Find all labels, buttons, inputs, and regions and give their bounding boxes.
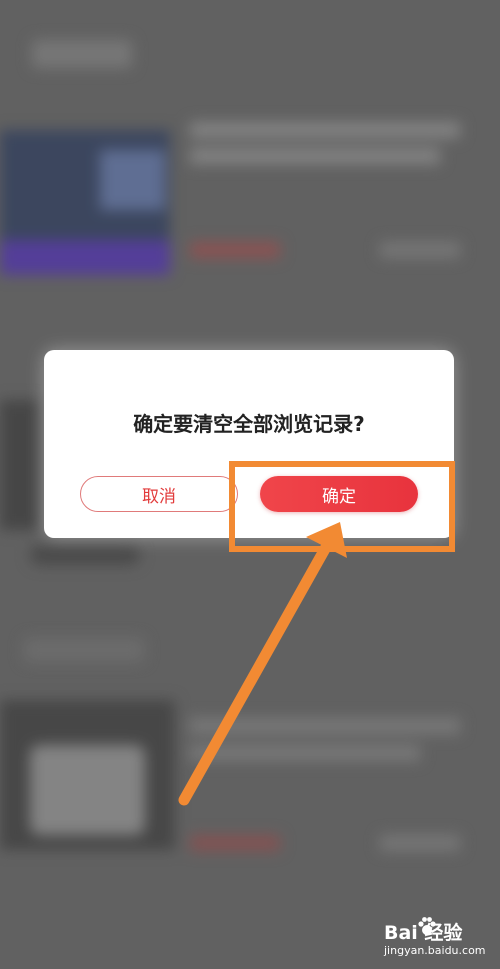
watermark-url: jingyan.baidu.com [384, 944, 486, 957]
watermark-brand: Bai 经验 [384, 922, 463, 944]
pointer-arrow-icon [178, 522, 347, 806]
baidu-jingyan-watermark: Bai 经验 jingyan.baidu.com [384, 917, 494, 964]
